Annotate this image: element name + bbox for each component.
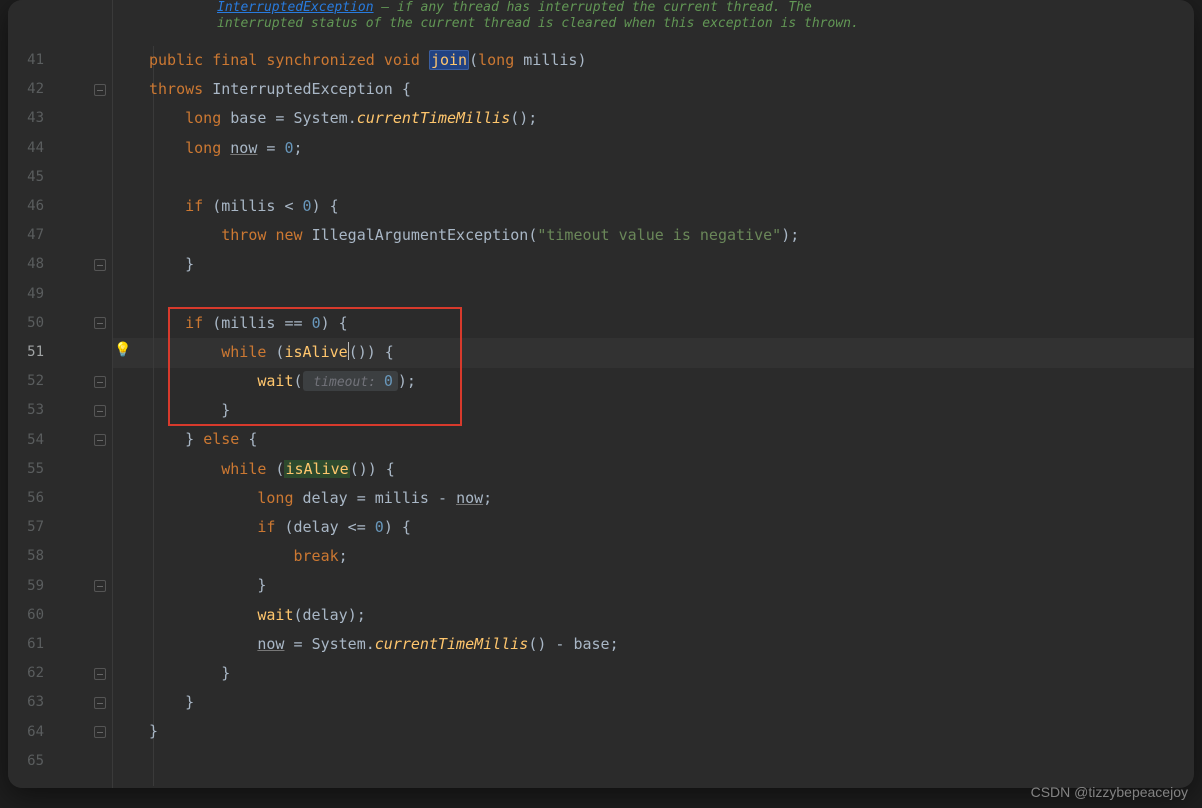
code-line [149,163,1194,192]
line-number: 57 [8,513,50,542]
fold-gutter-cell[interactable] [90,426,110,455]
code-line: throws InterruptedException { [149,75,1194,104]
code-line: if (millis == 0) { [149,309,1194,338]
line-number: 52 [8,367,50,396]
code-line: long base = System.currentTimeMillis(); [149,104,1194,133]
line-number: 53 [8,396,50,425]
fold-toggle-icon[interactable] [94,405,106,417]
code-line: now = System.currentTimeMillis() - base; [149,630,1194,659]
fold-gutter-cell[interactable] [90,134,110,163]
code-area[interactable]: public final synchronized void join(long… [113,0,1194,788]
line-number: 58 [8,542,50,571]
fold-gutter-cell[interactable] [90,75,110,104]
line-number: 49 [8,280,50,309]
code-line: if (delay <= 0) { [149,513,1194,542]
code-line: break; [149,542,1194,571]
code-line: } [149,659,1194,688]
fold-gutter-cell[interactable] [90,396,110,425]
fold-gutter-cell[interactable] [90,513,110,542]
code-line: long delay = millis - now; [149,484,1194,513]
fold-gutter-cell[interactable] [90,455,110,484]
fold-toggle-icon[interactable] [94,580,106,592]
code-line: } [149,717,1194,746]
code-line: } [149,396,1194,425]
fold-gutter-cell[interactable] [90,221,110,250]
fold-gutter-cell[interactable] [90,542,110,571]
code-line: while (isAlive()) { [149,455,1194,484]
fold-toggle-icon[interactable] [94,726,106,738]
line-number: 54 [8,426,50,455]
line-number: 44 [8,134,50,163]
fold-gutter-cell[interactable] [90,309,110,338]
code-line: if (millis < 0) { [149,192,1194,221]
fold-gutter-cell[interactable] [90,46,110,75]
line-number: 45 [8,163,50,192]
editor-frame: 4142434445464748495051525354555657585960… [8,0,1194,788]
gutter: 4142434445464748495051525354555657585960… [8,0,113,788]
fold-gutter-cell[interactable] [90,688,110,717]
line-number: 51 [8,338,50,367]
fold-gutter-cell[interactable] [90,338,110,367]
line-number: 55 [8,455,50,484]
fold-gutter-cell[interactable] [90,250,110,279]
code-line: } [149,688,1194,717]
fold-toggle-icon[interactable] [94,84,106,96]
fold-gutter-cell[interactable] [90,659,110,688]
line-number: 62 [8,659,50,688]
line-number: 65 [8,747,50,776]
fold-toggle-icon[interactable] [94,317,106,329]
line-number: 56 [8,484,50,513]
fold-gutter-cell[interactable] [90,163,110,192]
line-number: 64 [8,718,50,747]
line-number: 48 [8,250,50,279]
code-line: wait( timeout: 0); [149,367,1194,396]
fold-gutter-cell[interactable] [90,280,110,309]
line-number: 50 [8,309,50,338]
fold-gutter-cell[interactable] [90,718,110,747]
fold-gutter-cell[interactable] [90,104,110,133]
line-number: 47 [8,221,50,250]
code-line: long now = 0; [149,134,1194,163]
fold-toggle-icon[interactable] [94,668,106,680]
code-line [149,747,1194,776]
code-line: while (isAlive()) { [149,338,1194,367]
line-number: 43 [8,104,50,133]
fold-gutter-cell[interactable] [90,601,110,630]
line-number: 63 [8,688,50,717]
line-number: 61 [8,630,50,659]
line-number: 42 [8,75,50,104]
code-line: wait(delay); [149,601,1194,630]
fold-gutter-cell[interactable] [90,630,110,659]
fold-gutter-cell[interactable] [90,192,110,221]
fold-gutter-cell[interactable] [90,484,110,513]
fold-toggle-icon[interactable] [94,697,106,709]
fold-gutter-cell[interactable] [90,367,110,396]
fold-toggle-icon[interactable] [94,434,106,446]
code-line: } else { [149,425,1194,454]
watermark: CSDN @tizzybepeacejoy [1031,784,1188,800]
code-line: public final synchronized void join(long… [149,46,1194,75]
line-number: 60 [8,601,50,630]
fold-gutter-cell[interactable] [90,572,110,601]
fold-gutter-cell[interactable] [90,747,110,776]
code-line: } [149,571,1194,600]
code-line [149,280,1194,309]
code-line: } [149,250,1194,279]
code-line: throw new IllegalArgumentException("time… [149,221,1194,250]
line-number: 59 [8,572,50,601]
line-number: 41 [8,46,50,75]
fold-toggle-icon[interactable] [94,259,106,271]
line-number: 46 [8,192,50,221]
fold-toggle-icon[interactable] [94,376,106,388]
